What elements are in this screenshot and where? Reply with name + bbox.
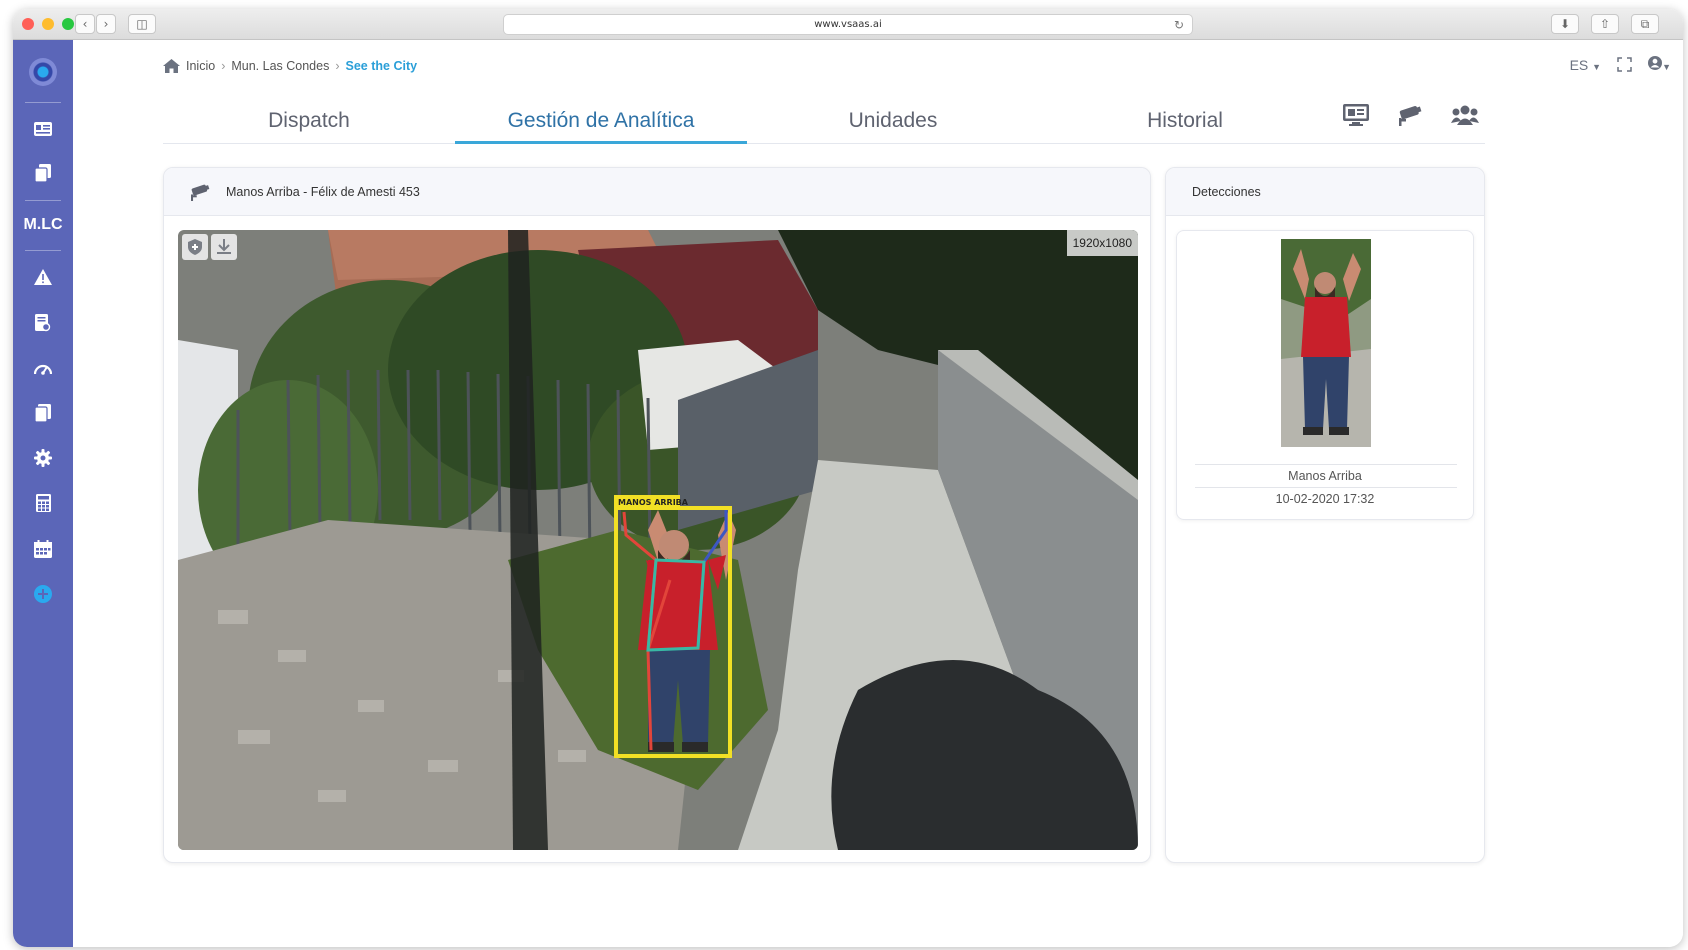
warning-icon [34,269,52,285]
language-selector[interactable]: ES ▼ [1570,57,1602,73]
detection-timestamp: 10-02-2020 17:32 [1275,492,1375,506]
tabs-overview-button[interactable]: ⧉ [1631,14,1659,34]
detection-divider [1195,487,1457,488]
minimize-window-button[interactable] [42,18,54,30]
sidebar-item-copy[interactable] [13,158,73,188]
sidebar-brand-label[interactable]: M.LC [13,210,73,240]
shield-button[interactable] [182,234,208,260]
sidebar-divider [25,200,61,201]
shield-icon [188,239,202,255]
breadcrumb-home[interactable]: Inicio [186,59,215,73]
users-group-icon[interactable] [1451,104,1479,126]
detection-divider [1195,464,1457,465]
camera-panel-header: Manos Arriba - Félix de Amesti 453 [164,168,1150,216]
chevron-right-icon: › [221,59,226,73]
detections-panel: Detecciones Manos Arriba 10-02-2020 17:3… [1165,167,1485,863]
browser-titlebar: ‹ › ◫ www.vsaas.ai ↻ ⬇ ⇧ ⧉ [13,9,1683,40]
tab-historial[interactable]: Historial [1039,100,1331,144]
sidebar-item-add[interactable] [13,579,73,609]
detection-label: MANOS ARRIBA [618,498,689,507]
breadcrumb-level1[interactable]: Mun. Las Condes [231,59,329,73]
gauge-icon [34,364,52,375]
download-button[interactable] [211,234,237,260]
monitor-icon[interactable] [1343,104,1369,126]
forward-button[interactable]: › [96,14,116,34]
sidebar-item-reports[interactable] [13,308,73,338]
sidebar-item-calculator[interactable] [13,488,73,518]
breadcrumb-current: See the City [345,59,418,73]
sidebar-divider [25,102,61,103]
sidebar-item-calendar[interactable] [13,534,73,564]
user-circle-icon [1648,56,1663,70]
calendar-icon [34,540,52,558]
sidebar-item-dashboard[interactable] [13,353,73,383]
documents-icon [35,404,51,422]
browser-window: ‹ › ◫ www.vsaas.ai ↻ ⬇ ⇧ ⧉ M.LC Inicio ›… [13,9,1683,947]
camera-title: Manos Arriba - Félix de Amesti 453 [226,185,420,199]
id-card-icon [34,122,52,136]
sidebar: M.LC [13,40,73,947]
detections-title: Detecciones [1192,185,1261,199]
sidebar-item-id-card[interactable] [13,114,73,144]
detection-item[interactable]: Manos Arriba 10-02-2020 17:32 [1176,230,1474,520]
sidebar-item-documents[interactable] [13,398,73,428]
detection-label: Manos Arriba [1288,469,1362,483]
camera-panel: Manos Arriba - Félix de Amesti 453 MANOS… [163,167,1151,863]
download-icon [217,239,231,254]
gear-icon [34,449,52,467]
caret-down-icon: ▼ [1592,61,1602,72]
address-bar[interactable]: www.vsaas.ai ↻ [503,14,1193,35]
tab-bar: Dispatch Gestión de Analítica Unidades H… [163,100,1485,144]
camera-video-feed[interactable]: MANOS ARRIBA 1920x1080 [178,230,1138,850]
breadcrumb: Inicio › Mun. Las Condes › See the City [163,59,417,73]
document-search-icon [35,314,51,332]
sidebar-item-alerts[interactable] [13,262,73,292]
sidebar-toggle-button[interactable]: ◫ [128,14,156,34]
copy-icon [35,164,51,182]
url-text: www.vsaas.ai [814,19,882,30]
calculator-icon [35,494,51,512]
language-label: ES [1569,56,1589,73]
security-camera-icon[interactable] [1397,104,1423,126]
back-button[interactable]: ‹ [75,14,95,34]
tab-dispatch[interactable]: Dispatch [163,100,455,144]
camera-scene-image: MANOS ARRIBA [178,230,1138,850]
user-menu[interactable]: ▼ [1648,56,1671,73]
tab-unidades[interactable]: Unidades [747,100,1039,144]
chevron-right-icon: › [335,59,340,73]
top-right-controls: ES ▼ ▼ [1570,56,1671,73]
detection-thumbnail-image [1281,239,1371,447]
detections-panel-header: Detecciones [1166,168,1484,216]
caret-down-icon: ▼ [1662,62,1671,72]
reload-icon[interactable]: ↻ [1174,15,1184,35]
fullscreen-icon[interactable] [1617,57,1632,72]
security-camera-icon [191,184,210,201]
tab-bar-icons [1343,104,1479,126]
close-window-button[interactable] [22,18,34,30]
download-button[interactable]: ⬇ [1551,14,1579,34]
plus-circle-icon [34,585,52,603]
sidebar-divider [25,250,61,251]
home-icon[interactable] [163,59,180,73]
tab-gestion-analitica[interactable]: Gestión de Analítica [455,100,747,144]
resolution-badge: 1920x1080 [1066,230,1138,256]
share-button[interactable]: ⇧ [1591,14,1619,34]
sidebar-item-settings[interactable] [13,443,73,473]
logo-icon[interactable] [29,58,57,86]
maximize-window-button[interactable] [62,18,74,30]
main-content: Inicio › Mun. Las Condes › See the City … [73,40,1683,947]
detection-thumbnail[interactable] [1281,239,1371,447]
